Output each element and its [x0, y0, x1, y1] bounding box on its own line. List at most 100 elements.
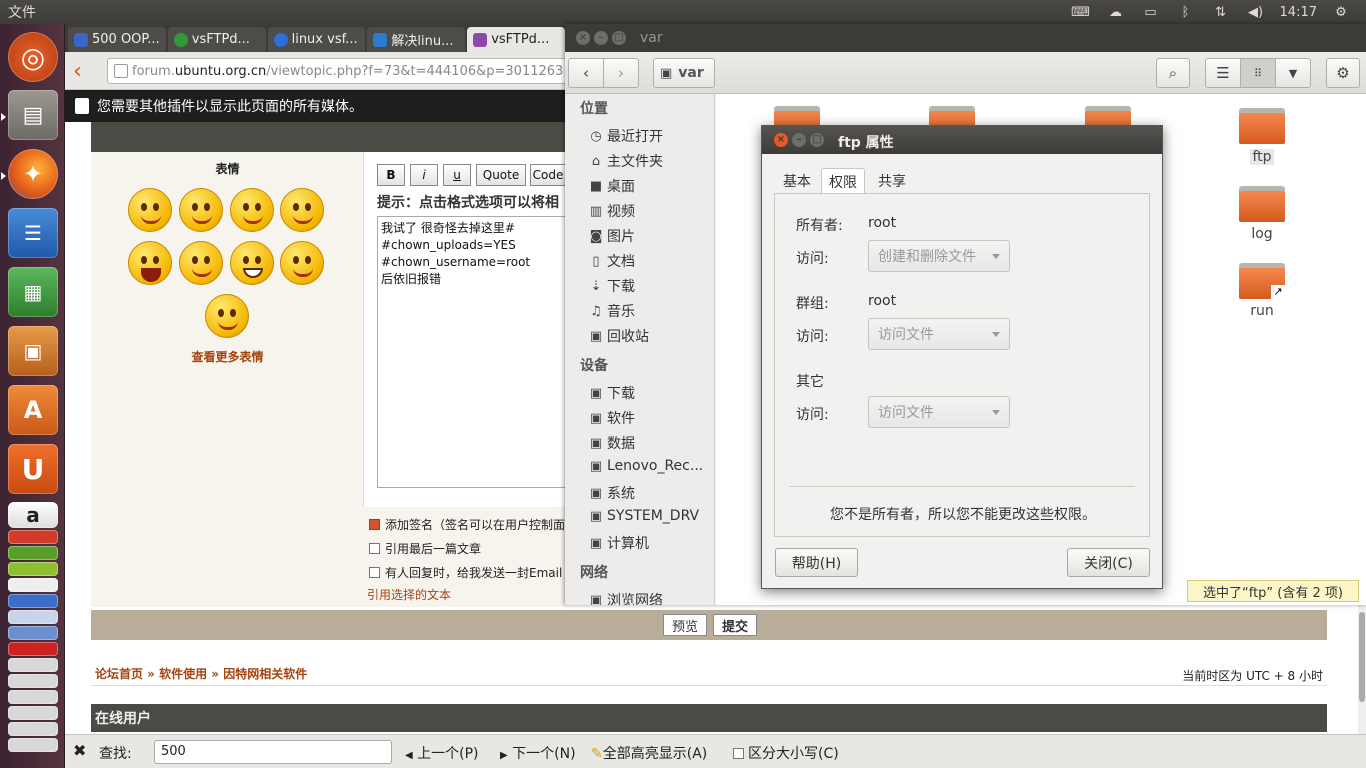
sidebar-item-browse-network[interactable]: ▣ 浏览网络 — [589, 590, 663, 606]
folder-icon[interactable] — [1239, 186, 1285, 222]
tab-basic[interactable]: 基本 — [777, 168, 817, 194]
preview-button[interactable]: 预览 — [663, 614, 707, 636]
search-button[interactable]: ⌕ — [1156, 58, 1190, 88]
quote-button[interactable]: Quote — [476, 164, 526, 186]
folder-label-run[interactable]: run — [1222, 303, 1302, 319]
keyboard-icon[interactable]: ⌨ — [1070, 5, 1092, 20]
close-icon[interactable]: × — [576, 31, 590, 45]
launcher-stack-item[interactable] — [8, 658, 58, 672]
maximize-icon[interactable]: □ — [612, 31, 626, 45]
close-find-icon[interactable]: ✖ — [73, 741, 86, 760]
folder-icon[interactable] — [1239, 108, 1285, 144]
launcher-stack-item[interactable] — [8, 578, 58, 592]
app-menu-title[interactable]: 文件 — [0, 2, 36, 22]
ubuntu-logo-icon[interactable]: ◎ — [8, 32, 58, 82]
add-signature-option[interactable]: 添加签名（签名可以在用户控制面 — [369, 516, 565, 533]
others-access-select[interactable]: 访问文件 — [868, 396, 1010, 428]
firefox-icon[interactable]: ✦ — [8, 149, 58, 199]
emoticon-icon[interactable] — [280, 241, 324, 285]
launcher-stack-item[interactable] — [8, 690, 58, 704]
breadcrumb-links[interactable]: 论坛首页 » 软件使用 » 因特网相关软件 — [95, 665, 307, 682]
grid-view-button[interactable]: ⠿ — [1240, 58, 1276, 88]
owner-access-select[interactable]: 创建和删除文件 — [868, 240, 1010, 272]
code-button[interactable]: Code — [530, 164, 566, 186]
checkbox[interactable] — [369, 543, 380, 554]
maximize-icon[interactable]: □ — [810, 133, 824, 147]
sidebar-item-videos[interactable]: ▥ 视频 — [589, 201, 635, 221]
launcher-stack-item[interactable] — [8, 610, 58, 624]
sidebar-device[interactable]: ▣ SYSTEM_DRV — [589, 508, 699, 524]
battery-icon[interactable]: ▭ — [1140, 5, 1162, 20]
minimize-icon[interactable]: – — [792, 133, 806, 147]
emoticon-icon[interactable] — [128, 241, 172, 285]
emoticon-icon[interactable] — [230, 188, 274, 232]
clock[interactable]: 14:17 — [1280, 5, 1317, 20]
more-emoticons-link[interactable]: 查看更多表情 — [91, 348, 364, 365]
sidebar-item-pictures[interactable]: ◙ 图片 — [589, 226, 635, 246]
underline-button[interactable]: u — [443, 164, 471, 186]
close-button[interactable]: 关闭(C) — [1067, 548, 1150, 577]
checkbox[interactable] — [733, 747, 744, 759]
sidebar-item-documents[interactable]: ▯ 文档 — [589, 251, 635, 271]
volume-icon[interactable]: ◀) — [1245, 5, 1267, 20]
sidebar-device[interactable]: ▣ 下载 — [589, 383, 635, 403]
sidebar-item-trash[interactable]: ▣ 回收站 — [589, 326, 649, 346]
software-center-icon[interactable]: A — [8, 385, 58, 435]
launcher-stack-item[interactable] — [8, 706, 58, 720]
browser-tab[interactable]: vsFTPd... — [167, 27, 266, 52]
find-input[interactable]: 500 — [154, 740, 392, 764]
checkbox[interactable] — [369, 567, 380, 578]
post-textarea[interactable]: 我试了 很奇怪去掉这里# #chown_uploads=YES #chown_u… — [377, 216, 566, 488]
list-view-button[interactable]: ☰ — [1205, 58, 1241, 88]
sidebar-device[interactable]: ▣ 数据 — [589, 433, 635, 453]
find-prev-button[interactable]: ◀ 上一个(P) — [405, 743, 479, 763]
sidebar-device[interactable]: ▣ Lenovo_Rec... — [589, 458, 703, 474]
settings-button[interactable]: ⚙ — [1326, 58, 1360, 88]
launcher-stack-item[interactable] — [8, 594, 58, 608]
sidebar-item-downloads[interactable]: ⇣ 下载 — [589, 276, 635, 296]
power-gear-icon[interactable]: ⚙ — [1330, 5, 1352, 20]
checkbox[interactable] — [369, 519, 380, 530]
sidebar-item-desktop[interactable]: ■ 桌面 — [589, 176, 635, 196]
group-access-select[interactable]: 访问文件 — [868, 318, 1010, 350]
emoticon-icon[interactable] — [128, 188, 172, 232]
view-options-button[interactable]: ▼ — [1275, 58, 1311, 88]
folder-label-log[interactable]: log — [1222, 226, 1302, 242]
submit-button[interactable]: 提交 — [713, 614, 757, 636]
emoticon-icon[interactable] — [280, 188, 324, 232]
sidebar-device[interactable]: ▣ 计算机 — [589, 533, 649, 553]
emoticon-icon[interactable] — [179, 241, 223, 285]
sidebar-item-recent[interactable]: ◷ 最近打开 — [589, 126, 663, 146]
browser-tab-active[interactable]: vsFTPd... — [467, 27, 565, 52]
back-button[interactable]: ‹ — [568, 58, 604, 88]
folder-link-icon[interactable]: ↗ — [1239, 263, 1285, 299]
notify-reply-option[interactable]: 有人回复时，给我发送一封Email — [369, 564, 562, 581]
find-next-button[interactable]: ▶ 下一个(N) — [500, 743, 576, 763]
folder-label-ftp[interactable]: ftp — [1222, 149, 1302, 165]
emoticon-icon[interactable] — [205, 294, 249, 338]
italic-button[interactable]: i — [410, 164, 438, 186]
path-bar[interactable]: ▣ var — [653, 58, 715, 88]
launcher-stack-item[interactable] — [8, 546, 58, 560]
help-button[interactable]: 帮助(H) — [775, 548, 858, 577]
browser-tab[interactable]: linux vsf... — [267, 27, 366, 52]
calc-icon[interactable]: ▦ — [8, 267, 58, 317]
highlight-all-button[interactable]: ✎全部高亮显示(A) — [591, 743, 707, 763]
launcher-stack-item[interactable] — [8, 530, 58, 544]
launcher-stack-item[interactable] — [8, 562, 58, 576]
scrollbar-thumb[interactable] — [1359, 612, 1365, 702]
forward-button[interactable]: › — [603, 58, 639, 88]
impress-icon[interactable]: ▣ — [8, 326, 58, 376]
browser-tab[interactable]: 解决linu... — [367, 27, 466, 52]
quote-selected-link[interactable]: 引用选择的文本 — [367, 586, 451, 603]
sidebar-item-home[interactable]: ⌂ 主文件夹 — [589, 151, 663, 171]
launcher-stack-item[interactable] — [8, 642, 58, 656]
sidebar-device[interactable]: ▣ 软件 — [589, 408, 635, 428]
launcher-stack-item[interactable] — [8, 738, 58, 752]
quote-last-option[interactable]: 引用最后一篇文章 — [369, 540, 481, 557]
launcher-stack-item[interactable] — [8, 626, 58, 640]
cloud-icon[interactable]: ☁ — [1105, 5, 1127, 20]
bold-button[interactable]: B — [377, 164, 405, 186]
minimize-icon[interactable]: – — [594, 31, 608, 45]
u-app-icon[interactable]: U — [8, 444, 58, 494]
